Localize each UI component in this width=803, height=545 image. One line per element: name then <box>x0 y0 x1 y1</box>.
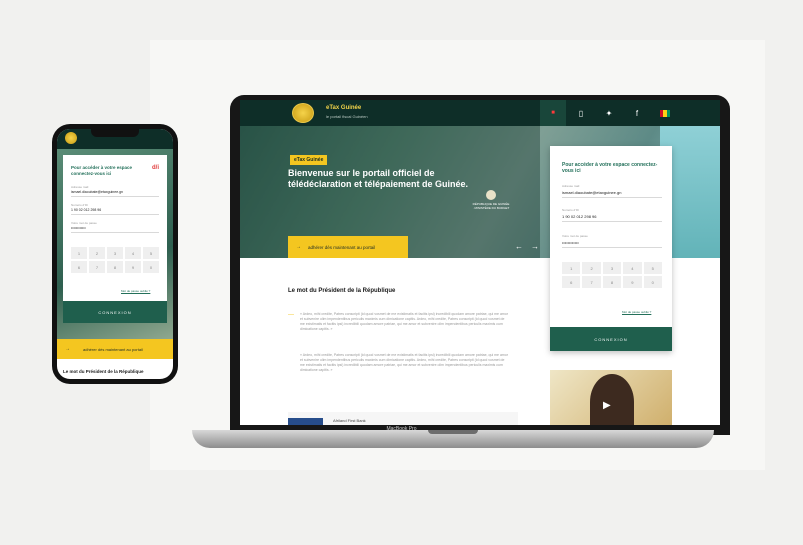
connexion-button[interactable]: CONNEXION <box>63 301 167 323</box>
keypad-key[interactable]: 6 <box>71 261 87 273</box>
login-title: Pour accéder à votre espace connectez-vo… <box>562 162 658 174</box>
email-label: Adresse mail <box>562 184 580 188</box>
mobile-icon[interactable]: ▯ <box>568 100 594 126</box>
president-video[interactable]: ▶ <box>550 370 672 425</box>
partner-card[interactable]: Afriland First Bank <box>288 412 518 425</box>
tax-id-label: Numéro d'ID <box>562 208 579 212</box>
brand-name: eTax Guinée <box>326 105 362 111</box>
next-arrow-icon[interactable]: → <box>531 242 547 251</box>
president-section-title: Le mot du Président de la République <box>288 288 396 294</box>
phone-login-card: Pour accéder à votre espace connectez-vo… <box>63 155 167 323</box>
keypad-key[interactable]: 4 <box>125 247 141 259</box>
login-title: Pour accéder à votre espace connectez-vo… <box>71 165 133 176</box>
forgot-password-link[interactable]: Mot de passe oublié ? <box>121 289 150 293</box>
arrow-right-icon: → <box>296 244 301 250</box>
join-portal-button[interactable]: → adhérer dès maintenant au portail <box>57 339 173 359</box>
join-portal-button[interactable]: → adhérer dès maintenant au portail <box>288 236 408 258</box>
login-card: Pour accéder à votre espace connectez-vo… <box>550 146 672 351</box>
keypad-key[interactable]: 8 <box>107 261 123 273</box>
keypad-key[interactable]: 2 <box>582 262 601 274</box>
password-label: Votre mot de passe <box>562 234 588 238</box>
video-thumbnail <box>590 374 634 425</box>
tax-id-field[interactable]: 1 90 02 012 298 96 <box>562 214 662 222</box>
join-portal-label: adhérer dès maintenant au portail <box>83 346 143 352</box>
president-quote-2: « Ardeo, mihi credite, Patres conscripti… <box>300 353 508 372</box>
prev-arrow-icon[interactable]: ← <box>515 242 531 251</box>
play-icon[interactable]: ▶ <box>603 400 611 411</box>
keypad-key[interactable]: 5 <box>143 247 159 259</box>
seal-text: RÉPUBLIQUE DE GUINÉE · MINISTÈRE DU BUDG… <box>472 202 510 210</box>
seal-icon <box>486 190 496 200</box>
brand-tagline: le portail fiscal Guinéen <box>326 114 368 119</box>
laptop-screen: eTax Guinée le portail fiscal Guinéen ■ … <box>240 100 720 425</box>
keypad-key[interactable]: 9 <box>623 276 642 288</box>
virtual-keypad: 1 2 3 4 5 6 7 8 9 0 <box>71 247 159 273</box>
carousel-controls: ←→ <box>515 242 547 251</box>
email-field[interactable]: ismael.diaoubate@etaxguinee.gn <box>562 190 662 198</box>
hero-title: Bienvenue sur le portail officiel de tél… <box>288 168 469 189</box>
join-portal-label: adhérer dès maintenant au portail <box>308 244 376 250</box>
connexion-button[interactable]: CONNEXION <box>550 327 672 351</box>
arrow-right-icon: → <box>65 346 70 352</box>
keypad-key[interactable]: 0 <box>643 276 662 288</box>
president-quote-1: « Ardeo, mihi credite, Patres conscripti… <box>300 312 508 331</box>
quote-dash: — <box>288 312 294 318</box>
republic-seal: RÉPUBLIQUE DE GUINÉE · MINISTÈRE DU BUDG… <box>472 190 510 218</box>
keypad-key[interactable]: 3 <box>107 247 123 259</box>
password-field[interactable]: •••••••••••• <box>562 240 662 248</box>
partner-logo <box>288 418 323 425</box>
facebook-icon[interactable]: f <box>624 100 650 126</box>
etax-logo-icon[interactable] <box>65 132 77 144</box>
home-icon[interactable]: ■ <box>540 100 566 126</box>
tax-id-field[interactable]: 1 90 02 012 298 96 <box>71 208 159 215</box>
password-label: Votre mot de passe <box>71 221 97 225</box>
forgot-password-link[interactable]: Mot de passe oublié ? <box>622 310 651 314</box>
keypad-key[interactable]: 4 <box>623 262 642 274</box>
top-navigation: eTax Guinée le portail fiscal Guinéen ■ … <box>240 100 720 126</box>
laptop-base <box>192 430 714 448</box>
keypad-key[interactable]: 7 <box>582 276 601 288</box>
keypad-key[interactable]: 5 <box>643 262 662 274</box>
keypad-key[interactable]: 0 <box>143 261 159 273</box>
phone-navigation <box>57 129 173 149</box>
email-label: Adresse mail <box>71 185 89 189</box>
etax-logo-icon[interactable] <box>292 103 314 123</box>
phone-screen: Pour accéder à votre espace connectez-vo… <box>57 129 173 379</box>
keypad-key[interactable]: 9 <box>125 261 141 273</box>
device-label: MacBook Pro <box>386 426 417 432</box>
email-field[interactable]: ismael.diaoubate@etaxguinee.gn <box>71 190 159 197</box>
flag-icon[interactable] <box>652 100 678 126</box>
partner-name: Afriland First Bank <box>333 418 366 423</box>
partner-logo: d/i <box>152 165 159 171</box>
keypad-key[interactable]: 2 <box>89 247 105 259</box>
keypad-key[interactable]: 7 <box>89 261 105 273</box>
keypad-key[interactable]: 8 <box>602 276 622 288</box>
password-field[interactable]: •••••••••••• <box>71 226 159 233</box>
keypad-key[interactable]: 1 <box>71 247 87 259</box>
keypad-key[interactable]: 3 <box>602 262 622 274</box>
twitter-icon[interactable]: ✦ <box>596 100 622 126</box>
tax-id-label: Numéro d'ID <box>71 203 88 207</box>
keypad-key[interactable]: 1 <box>562 262 581 274</box>
virtual-keypad: 1 2 3 4 5 6 7 8 9 0 <box>562 262 662 288</box>
keypad-key[interactable]: 6 <box>562 276 581 288</box>
president-section-title: Le mot du Président de la République <box>63 369 144 374</box>
phone-notch <box>91 129 139 137</box>
hero-badge: eTax Guinée <box>290 155 328 165</box>
